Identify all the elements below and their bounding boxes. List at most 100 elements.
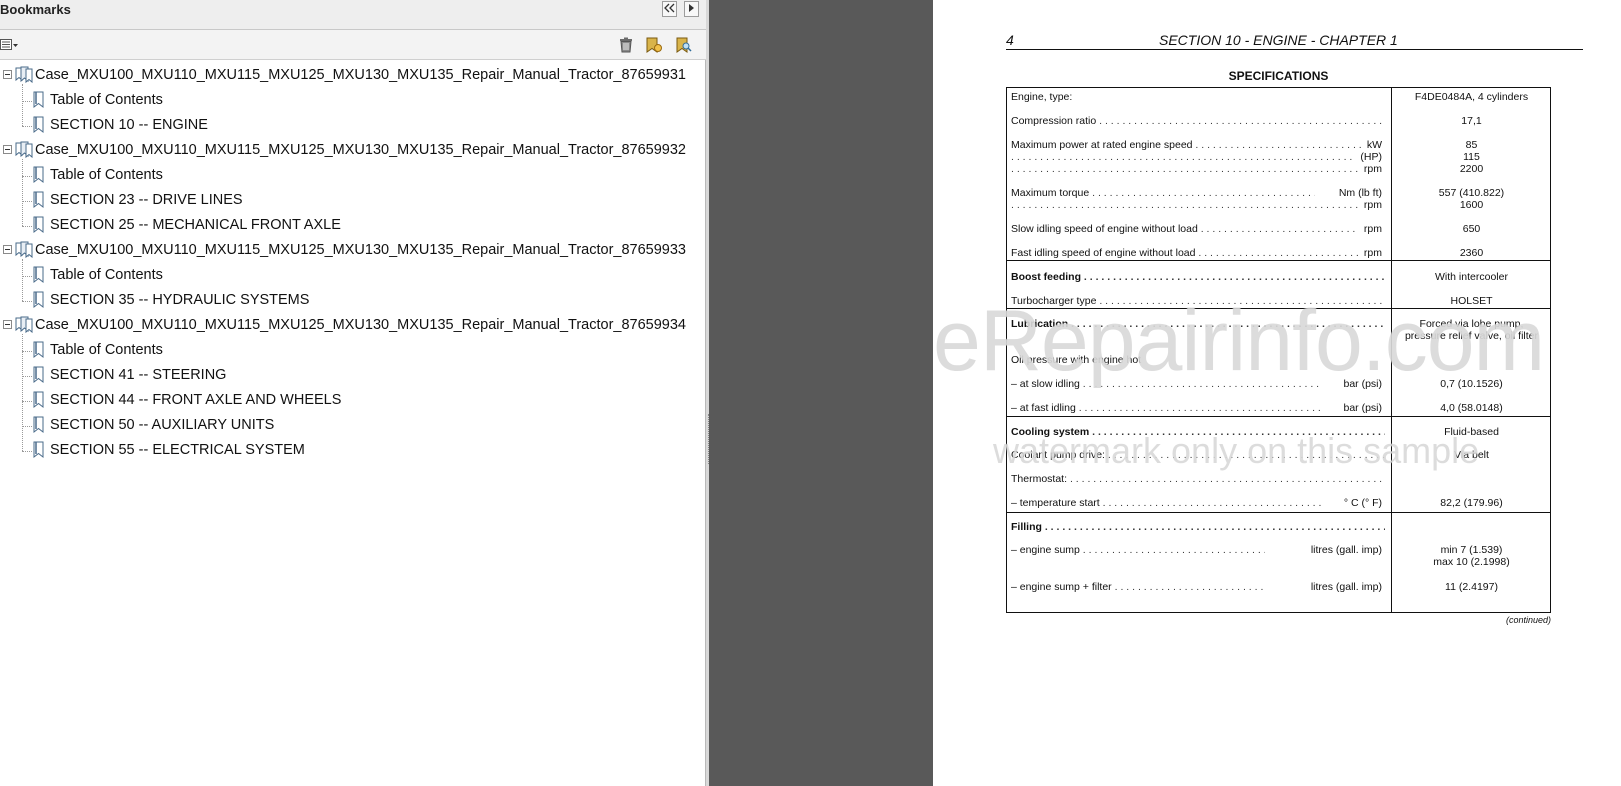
- spec-label-text: Lubrication: [1011, 318, 1069, 330]
- spec-label: – at slow idling . . . . . . . . . . . .…: [1011, 378, 1321, 391]
- bookmarks-toolbar: [0, 30, 706, 60]
- spec-label-text: Thermostat:: [1011, 473, 1068, 485]
- spec-label-text: Maximum power at rated engine speed: [1011, 139, 1193, 151]
- bookmark-search-icon: [676, 37, 692, 53]
- tree-guide: [22, 301, 32, 302]
- spec-label-text: – at fast idling: [1011, 402, 1076, 414]
- triangle-right-icon: [689, 4, 694, 12]
- collapse-toggle-icon[interactable]: [3, 145, 12, 154]
- bookmark-group-label: Case_MXU100_MXU110_MXU115_MXU125_MXU130_…: [35, 67, 686, 83]
- spec-value: 2360: [1459, 247, 1484, 259]
- spec-label: Thermostat: . . . . . . . . . . . . . . …: [1011, 473, 1385, 486]
- options-menu-button[interactable]: [0, 36, 20, 54]
- spec-value: pressure relief valve, oil filter: [1404, 330, 1539, 342]
- spec-label-text: Fast idling speed of engine without load: [1011, 247, 1196, 259]
- expand-panel-button[interactable]: [684, 1, 699, 17]
- collapse-panel-button[interactable]: [662, 1, 677, 17]
- leader-dots: . . . . . . . . . . . . . . . . . . . . …: [1198, 247, 1358, 259]
- spec-label-text: Coolant pump drive:: [1011, 449, 1105, 461]
- tree-guide: [22, 351, 32, 352]
- collapse-toggle-icon[interactable]: [3, 320, 12, 329]
- tree-guide: [22, 159, 23, 226]
- tree-guide: [22, 451, 32, 452]
- bookmark-icon: [33, 366, 44, 384]
- spec-value: Fluid-based: [1444, 426, 1499, 438]
- bookmark-item-label: SECTION 55 -- ELECTRICAL SYSTEM: [50, 442, 305, 458]
- spec-value: 4,0 (58.0148): [1440, 402, 1503, 414]
- bookmark-icon: [33, 291, 44, 309]
- spec-value: Via belt: [1454, 449, 1489, 461]
- spec-label-text: – temperature start: [1011, 497, 1100, 509]
- specifications-title: SPECIFICATIONS: [1228, 69, 1329, 83]
- spec-value: 11 (2.4197): [1445, 581, 1498, 593]
- collapse-toggle-icon[interactable]: [3, 70, 12, 79]
- spec-label: – at fast idling . . . . . . . . . . . .…: [1011, 402, 1321, 415]
- spec-label-text: Slow idling speed of engine without load: [1011, 223, 1198, 235]
- specifications-table: Engine, type: F4DE0484A, 4 cylinders Compr…: [1006, 87, 1551, 613]
- spec-value: 82,2 (179.96): [1440, 497, 1503, 509]
- spec-label-text: Turbocharger type: [1011, 295, 1097, 307]
- spec-value: 2200: [1459, 163, 1484, 175]
- spec-label: Boost feeding . . . . . . . . . . . . . …: [1011, 271, 1385, 284]
- spec-label: . . . . . . . . . . . . . . . . . . . . …: [1011, 163, 1358, 176]
- spec-label-text: – engine sump + filter: [1011, 581, 1112, 593]
- bookmark-item-label: SECTION 35 -- HYDRAULIC SYSTEMS: [50, 292, 310, 308]
- tree-guide: [22, 126, 32, 127]
- leader-dots: . . . . . . . . . . . . . . . . . . . . …: [1071, 318, 1385, 330]
- double-chevron-left-icon: [664, 3, 675, 13]
- leader-dots: . . . . . . . . . . . . . . . . . . . . …: [1099, 115, 1385, 127]
- leader-dots: . . . . . . . . . . . . . . . . . . . . …: [1083, 271, 1385, 283]
- collapse-toggle-icon[interactable]: [3, 245, 12, 254]
- group-divider: [1007, 260, 1550, 261]
- leader-dots: . . . . . . . . . . . . . . . . . . . . …: [1092, 426, 1385, 438]
- tree-guide: [22, 84, 23, 126]
- spec-label: – engine sump . . . . . . . . . . . . . …: [1011, 544, 1265, 557]
- spec-label-text: – at slow idling: [1011, 378, 1080, 390]
- leader-dots: . . . . . . . . . . . . . . . . . . . . …: [1011, 199, 1359, 211]
- bookmark-item-label: SECTION 41 -- STEERING: [50, 367, 227, 383]
- spec-label-text: Boost feeding: [1011, 271, 1081, 283]
- panel-title: Bookmarks: [0, 2, 71, 17]
- spec-unit: rpm: [1363, 199, 1382, 211]
- delete-bookmark-button[interactable]: [617, 36, 635, 54]
- spec-value: 17,1: [1461, 115, 1482, 127]
- bookmark-tree: Case_MXU100_MXU110_MXU115_MXU125_MXU130_…: [0, 62, 706, 786]
- running-header: SECTION 10 - ENGINE - CHAPTER 1: [1159, 32, 1398, 48]
- spec-label: Turbocharger type . . . . . . . . . . . …: [1011, 295, 1385, 308]
- bookmark-group-icon: [15, 66, 33, 84]
- continued-note: (continued): [1505, 615, 1551, 625]
- leader-dots: . . . . . . . . . . . . . . . . . . . . …: [1069, 473, 1385, 485]
- spec-label-text: – engine sump: [1011, 544, 1080, 556]
- spec-unit: litres (gall. imp): [1310, 544, 1382, 556]
- spec-label: Cooling system . . . . . . . . . . . . .…: [1011, 426, 1385, 439]
- leader-dots: . . . . . . . . . . . . . . . . . . . . …: [1092, 187, 1315, 199]
- tree-guide: [22, 259, 23, 301]
- spec-unit: rpm: [1363, 163, 1382, 175]
- spec-unit: rpm: [1363, 223, 1382, 235]
- tree-guide: [22, 401, 32, 402]
- leader-dots: . . . . . . . . . . . . . . . . . . . . …: [1082, 378, 1321, 390]
- bookmark-icon: [33, 416, 44, 434]
- spec-label: Coolant pump drive: . . . . . . . . . . …: [1011, 449, 1385, 462]
- leader-dots: . . . . . . . . . . . . . . . . . . . . …: [1107, 449, 1385, 461]
- bookmark-group-label: Case_MXU100_MXU110_MXU115_MXU125_MXU130_…: [35, 142, 686, 158]
- bookmark-item-label: Table of Contents: [50, 342, 163, 358]
- bookmark-group-label: Case_MXU100_MXU110_MXU115_MXU125_MXU130_…: [35, 317, 686, 333]
- spec-unit: bar (psi): [1343, 402, 1382, 414]
- spec-value: max 10 (2.1998): [1433, 556, 1510, 568]
- page-number: 4: [1006, 32, 1014, 48]
- document-viewer-background: [709, 0, 933, 786]
- bookmark-properties-button[interactable]: [673, 36, 693, 54]
- leader-dots: . . . . . . . . . . . . . . . . . . . . …: [1082, 544, 1266, 556]
- leader-dots: . . . . . . . . . . . . . . . . . . . . …: [1078, 402, 1321, 414]
- tree-guide: [22, 426, 32, 427]
- spec-label-text: Filling: [1011, 521, 1042, 533]
- spec-value: With intercooler: [1435, 271, 1508, 283]
- spec-label: – temperature start . . . . . . . . . . …: [1011, 497, 1321, 510]
- bookmark-icon: [33, 116, 44, 134]
- spec-label: Fast idling speed of engine without load…: [1011, 247, 1358, 260]
- header-rule: [1006, 49, 1583, 50]
- new-bookmark-button[interactable]: [643, 36, 663, 54]
- spec-label: Filling . . . . . . . . . . . . . . . . …: [1011, 521, 1385, 534]
- spec-unit: rpm: [1363, 247, 1382, 259]
